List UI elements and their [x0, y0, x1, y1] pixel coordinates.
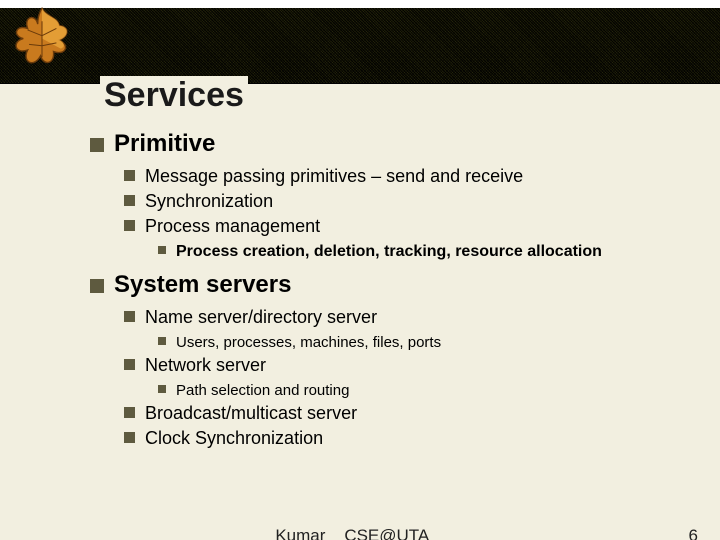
item-text: Clock Synchronization [145, 428, 323, 448]
bullet-icon [158, 385, 166, 393]
list-item: Primitive Message passing primitives – s… [90, 130, 680, 261]
item-text: Network server [145, 355, 266, 375]
item-text: Synchronization [145, 191, 273, 211]
bullet-icon [124, 359, 135, 370]
list-item: Network server Path selection and routin… [124, 355, 680, 399]
content-area: Primitive Message passing primitives – s… [90, 130, 680, 476]
list-item: Process management Process creation, del… [124, 216, 680, 261]
item-text: Message passing primitives – send and re… [145, 166, 523, 186]
slide-title: Services [100, 76, 248, 115]
bullet-icon [124, 195, 135, 206]
bullet-icon [90, 138, 104, 152]
bullet-icon [158, 246, 166, 254]
item-text: Process creation, deletion, tracking, re… [176, 243, 602, 260]
bullet-icon [124, 432, 135, 443]
item-text: Process management [145, 216, 320, 236]
item-text: Primitive [114, 130, 215, 157]
bullet-icon [90, 279, 104, 293]
page-number: 6 [689, 526, 698, 540]
slide: Services Primitive Message passing primi… [0, 0, 720, 540]
footer-center: Kumar CSE@UTA [275, 526, 429, 540]
list-item: Message passing primitives – send and re… [124, 166, 680, 187]
item-text: System servers [114, 271, 291, 298]
item-text: Path selection and routing [176, 382, 349, 399]
item-text: Users, processes, machines, files, ports [176, 334, 441, 351]
list-item: Synchronization [124, 191, 680, 212]
list-item: Broadcast/multicast server [124, 403, 680, 424]
bullet-icon [124, 170, 135, 181]
bullet-icon [158, 337, 166, 345]
list-item: Clock Synchronization [124, 428, 680, 449]
list-item: System servers Name server/directory ser… [90, 271, 680, 449]
item-text: Broadcast/multicast server [145, 403, 357, 423]
bullet-icon [124, 407, 135, 418]
list-item: Users, processes, machines, files, ports [158, 334, 680, 351]
header-texture [0, 8, 720, 84]
list-item: Process creation, deletion, tracking, re… [158, 243, 680, 261]
bullet-icon [124, 220, 135, 231]
item-text: Name server/directory server [145, 307, 377, 327]
list-item: Name server/directory server Users, proc… [124, 307, 680, 351]
list-item: Path selection and routing [158, 382, 680, 399]
bullet-icon [124, 311, 135, 322]
leaf-icon [6, 4, 78, 76]
bullet-list: Primitive Message passing primitives – s… [90, 130, 680, 449]
footer-author: Kumar [275, 526, 325, 540]
footer-affiliation: CSE@UTA [344, 526, 429, 540]
